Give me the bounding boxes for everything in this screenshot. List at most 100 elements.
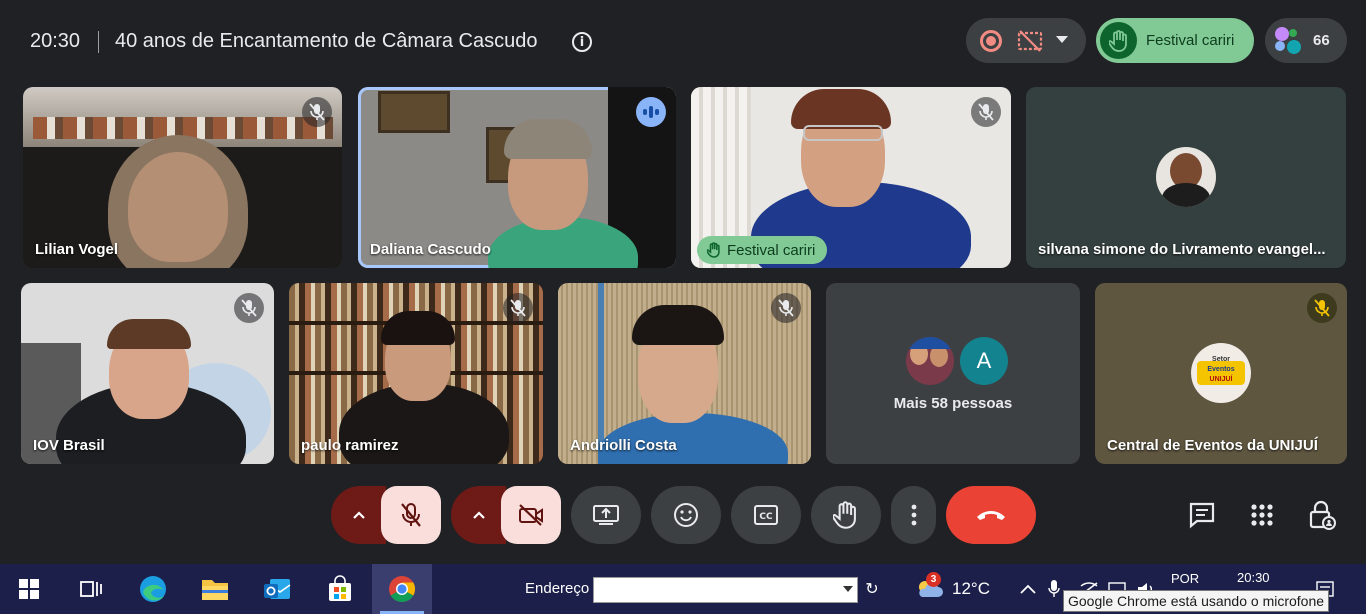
mic-off-icon — [234, 293, 264, 323]
avatar — [906, 337, 954, 385]
participant-name: IOV Brasil — [33, 437, 105, 454]
participant-name: Lilian Vogel — [35, 241, 119, 258]
more-options-button[interactable] — [891, 486, 936, 544]
more-participants-label: Mais 58 pessoas — [893, 395, 1013, 412]
participant-avatars — [1273, 27, 1301, 55]
closed-captions-icon: CC — [754, 505, 778, 525]
camera-toggle-button[interactable] — [501, 486, 561, 544]
chevron-up-icon[interactable] — [1013, 574, 1043, 604]
meeting-title: 40 anos de Encantamento de Câmara Cascud… — [115, 30, 538, 52]
chevron-down-icon[interactable] — [1056, 36, 1068, 43]
meeting-clock: 20:30 — [30, 30, 81, 52]
wall-picture — [378, 91, 450, 133]
camera-control — [451, 486, 561, 544]
participant-tile-silvana-simone[interactable]: silvana simone do Livramento evangel... — [1026, 87, 1346, 268]
captions-button[interactable]: CC — [731, 486, 801, 544]
recording-icon[interactable] — [980, 30, 1002, 52]
raised-hand-badge: Festival cariri — [697, 236, 828, 264]
raised-hand-name: Festival cariri — [1146, 32, 1235, 49]
file-explorer-icon[interactable] — [200, 574, 230, 604]
participant-tile-daliana-cascudo[interactable]: Daliana Cascudo — [358, 87, 676, 268]
outlook-icon[interactable] — [262, 574, 292, 604]
apps-grid-icon — [1251, 504, 1273, 526]
chat-button[interactable] — [1187, 500, 1217, 530]
participant-tile-paulo-ramirez[interactable]: paulo ramirez — [289, 283, 543, 464]
activities-button[interactable] — [1247, 500, 1277, 530]
participant-tile-lilian-vogel[interactable]: Lilian Vogel — [23, 87, 342, 268]
avatar — [1275, 27, 1289, 41]
recording-controls[interactable] — [966, 18, 1086, 63]
participant-name: Central de Eventos da UNIJUÍ — [1107, 437, 1318, 454]
present-screen-icon — [593, 505, 619, 525]
avatar — [1289, 29, 1297, 37]
more-participants-avatars: A — [906, 337, 1010, 385]
chevron-up-icon — [352, 511, 365, 519]
refresh-icon[interactable]: ↻ — [862, 579, 882, 599]
participant-name: Festival cariri — [727, 241, 816, 259]
call-end-icon — [977, 511, 1005, 520]
unijui-logo: Setor Eventos UNIJUÍ — [1191, 343, 1251, 403]
chrome-icon[interactable] — [387, 574, 417, 604]
participant-tile-central-eventos-unijui[interactable]: Setor Eventos UNIJUÍ Central de Eventos … — [1095, 283, 1347, 464]
participants-button[interactable]: 66 — [1265, 18, 1347, 63]
raised-hand-icon — [707, 242, 720, 258]
svg-text:CC: CC — [759, 512, 773, 522]
mic-options-button[interactable] — [331, 486, 386, 544]
mic-off-icon — [302, 97, 332, 127]
mic-off-icon — [971, 97, 1001, 127]
microphone-control — [331, 486, 441, 544]
reactions-button[interactable] — [651, 486, 721, 544]
microphone-usage-tooltip: Google Chrome está usando o microfone — [1063, 590, 1330, 612]
participant-name: Andriolli Costa — [570, 437, 677, 454]
address-input[interactable] — [593, 577, 858, 603]
lock-person-icon — [1309, 500, 1336, 530]
info-icon[interactable]: i — [572, 32, 592, 52]
mic-off-icon — [1307, 293, 1337, 323]
participant-name: Daliana Cascudo — [370, 241, 491, 258]
mic-off-icon — [503, 293, 533, 323]
raised-hand-indicator[interactable]: Festival cariri — [1096, 18, 1254, 63]
video-off-icon — [519, 504, 543, 526]
address-toolbar-label: Endereço — [525, 580, 590, 597]
raise-hand-icon — [833, 501, 856, 529]
raise-hand-button[interactable] — [811, 486, 881, 544]
more-participants-tile[interactable]: A Mais 58 pessoas — [826, 283, 1080, 464]
transcript-off-icon[interactable] — [1017, 30, 1043, 52]
emoji-icon — [674, 503, 698, 527]
present-screen-button[interactable] — [571, 486, 641, 544]
host-controls-button[interactable] — [1307, 500, 1337, 530]
avatar — [1287, 40, 1301, 54]
chevron-down-icon[interactable] — [843, 586, 853, 592]
windows-start-icon[interactable] — [14, 574, 44, 604]
meet-window: 20:30 40 anos de Encantamento de Câmara … — [0, 0, 1366, 614]
mic-off-icon — [401, 503, 421, 527]
system-clock[interactable]: 20:30 — [1237, 570, 1270, 585]
avatar — [1275, 41, 1285, 51]
task-view-icon[interactable] — [76, 574, 106, 604]
microphone-in-use-icon[interactable] — [1044, 574, 1064, 604]
more-vert-icon — [911, 504, 916, 526]
camera-options-button[interactable] — [451, 486, 506, 544]
avatar — [1156, 147, 1216, 207]
speaking-indicator-icon — [636, 97, 666, 127]
participant-count: 66 — [1313, 32, 1330, 49]
input-language[interactable]: POR — [1171, 571, 1199, 586]
top-bar: 20:30 40 anos de Encantamento de Câmara … — [0, 0, 1366, 84]
edge-browser-icon[interactable] — [138, 574, 168, 604]
temperature[interactable]: 12°C — [952, 579, 990, 599]
title-separator — [98, 31, 99, 53]
raised-hand-icon — [1100, 22, 1137, 59]
weather-alert-badge: 3 — [926, 572, 941, 587]
glasses — [803, 125, 883, 141]
participant-tile-andriolli-costa[interactable]: Andriolli Costa — [558, 283, 811, 464]
mic-off-icon — [771, 293, 801, 323]
microsoft-store-icon[interactable] — [325, 574, 355, 604]
avatar-letter: A — [960, 337, 1008, 385]
participant-name: paulo ramirez — [301, 437, 399, 454]
chevron-up-icon — [472, 511, 485, 519]
leave-call-button[interactable] — [946, 486, 1036, 544]
participant-tile-iov-brasil[interactable]: IOV Brasil — [21, 283, 274, 464]
mic-toggle-button[interactable] — [381, 486, 441, 544]
participant-tile-festival-cariri[interactable]: Festival cariri — [691, 87, 1011, 268]
chat-icon — [1189, 502, 1215, 529]
